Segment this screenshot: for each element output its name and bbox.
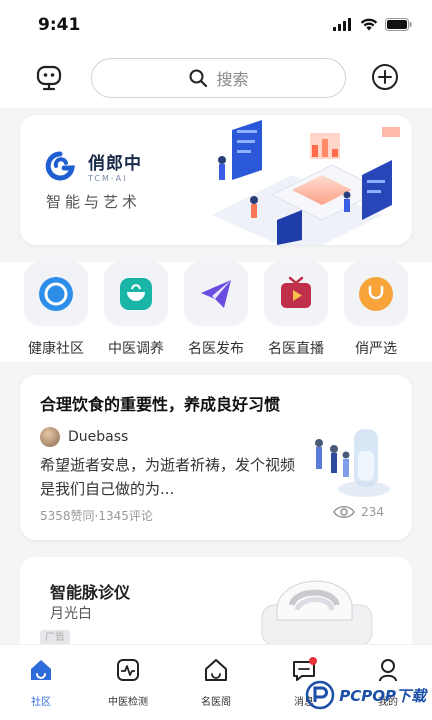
status-icons [333,18,412,31]
tab-label: 名医阁 [201,697,231,708]
article-author[interactable]: Duebass [40,427,128,447]
watermark-text: PCPOP下载 [339,686,426,705]
search-placeholder: 搜索 [216,70,249,89]
tv-live-icon [281,276,311,308]
category-selection[interactable]: 俏严选 [336,262,416,358]
home-icon [31,660,51,680]
shopping-bag-icon [359,277,393,311]
house-outline-icon [205,659,227,681]
tab-tcm-detect[interactable]: 中医检测 [88,657,168,708]
tab-label: 中医检测 [108,697,148,708]
robot-assistant-button[interactable] [33,62,65,94]
author-name: Duebass [68,429,129,445]
robot-chat-icon [36,65,62,91]
eye-icon [333,505,356,519]
brand-name: 俏郎中 [88,154,142,174]
category-label: 名医直播 [268,341,324,357]
article-description: 希望逝者安息，为逝者祈祷，发个视频是我们自己做的为... [40,456,296,498]
banner-tagline: 智能与艺术 [46,193,142,211]
category-doctor-publish[interactable]: 名医发布 [176,262,256,358]
smile-chat-icon [39,277,73,311]
article-stats: 5358赞同·1345评论 [40,509,153,523]
pulse-device-image [261,580,373,646]
herb-bowl-icon [120,278,152,310]
pcpop-logo-icon [306,680,335,710]
tab-community[interactable]: 社区 [1,657,81,708]
plus-circle-icon [372,64,398,90]
hero-banner[interactable]: 俏郎中 TCM-AI 智能与艺术 [20,115,412,245]
pulse-monitor-icon [117,659,139,681]
brand-subtitle: TCM-AI [88,174,128,183]
category-label: 俏严选 [355,341,397,357]
top-bar: 搜索 [0,52,432,108]
status-time: 9:41 [38,15,81,35]
search-bar[interactable]: 搜索 [91,58,346,98]
category-label: 健康社区 [28,341,84,357]
tab-doctor-hall[interactable]: 名医阁 [176,657,256,708]
category-label: 中医调养 [108,341,164,357]
cellular-signal-icon [333,18,351,31]
battery-icon [385,18,412,31]
article-title: 合理饮食的重要性，养成良好习惯 [40,395,281,414]
view-count: 234 [333,505,384,519]
status-bar: 9:41 [0,0,432,52]
view-count-value: 234 [361,505,384,519]
tab-label: 社区 [31,697,51,708]
isometric-illustration [212,120,400,245]
ad-product-variant: 月光白 [50,606,92,622]
category-grid: 健康社区 中医调养 名医发布 名医直播 俏严选 [0,262,432,362]
category-doctor-live[interactable]: 名医直播 [256,262,336,358]
category-tcm-care[interactable]: 中医调养 [96,262,176,358]
brand-logo: 俏郎中 TCM-AI [42,149,142,183]
article-thumbnail[interactable] [304,421,394,501]
category-label: 名医发布 [188,341,244,357]
avatar [40,427,60,447]
article-card[interactable]: 合理饮食的重要性，养成良好习惯 Duebass 希望逝者安息，为逝者祈祷，发个视… [20,375,412,540]
search-icon [189,69,208,88]
pcpop-watermark: PCPOP下载 [305,680,426,710]
category-health-community[interactable]: 健康社区 [16,262,96,358]
brand-logo-icon [45,151,75,181]
ad-product-name: 智能脉诊仪 [50,583,131,602]
paper-plane-icon [201,280,231,308]
add-button[interactable] [370,62,400,92]
wifi-icon [360,18,378,31]
